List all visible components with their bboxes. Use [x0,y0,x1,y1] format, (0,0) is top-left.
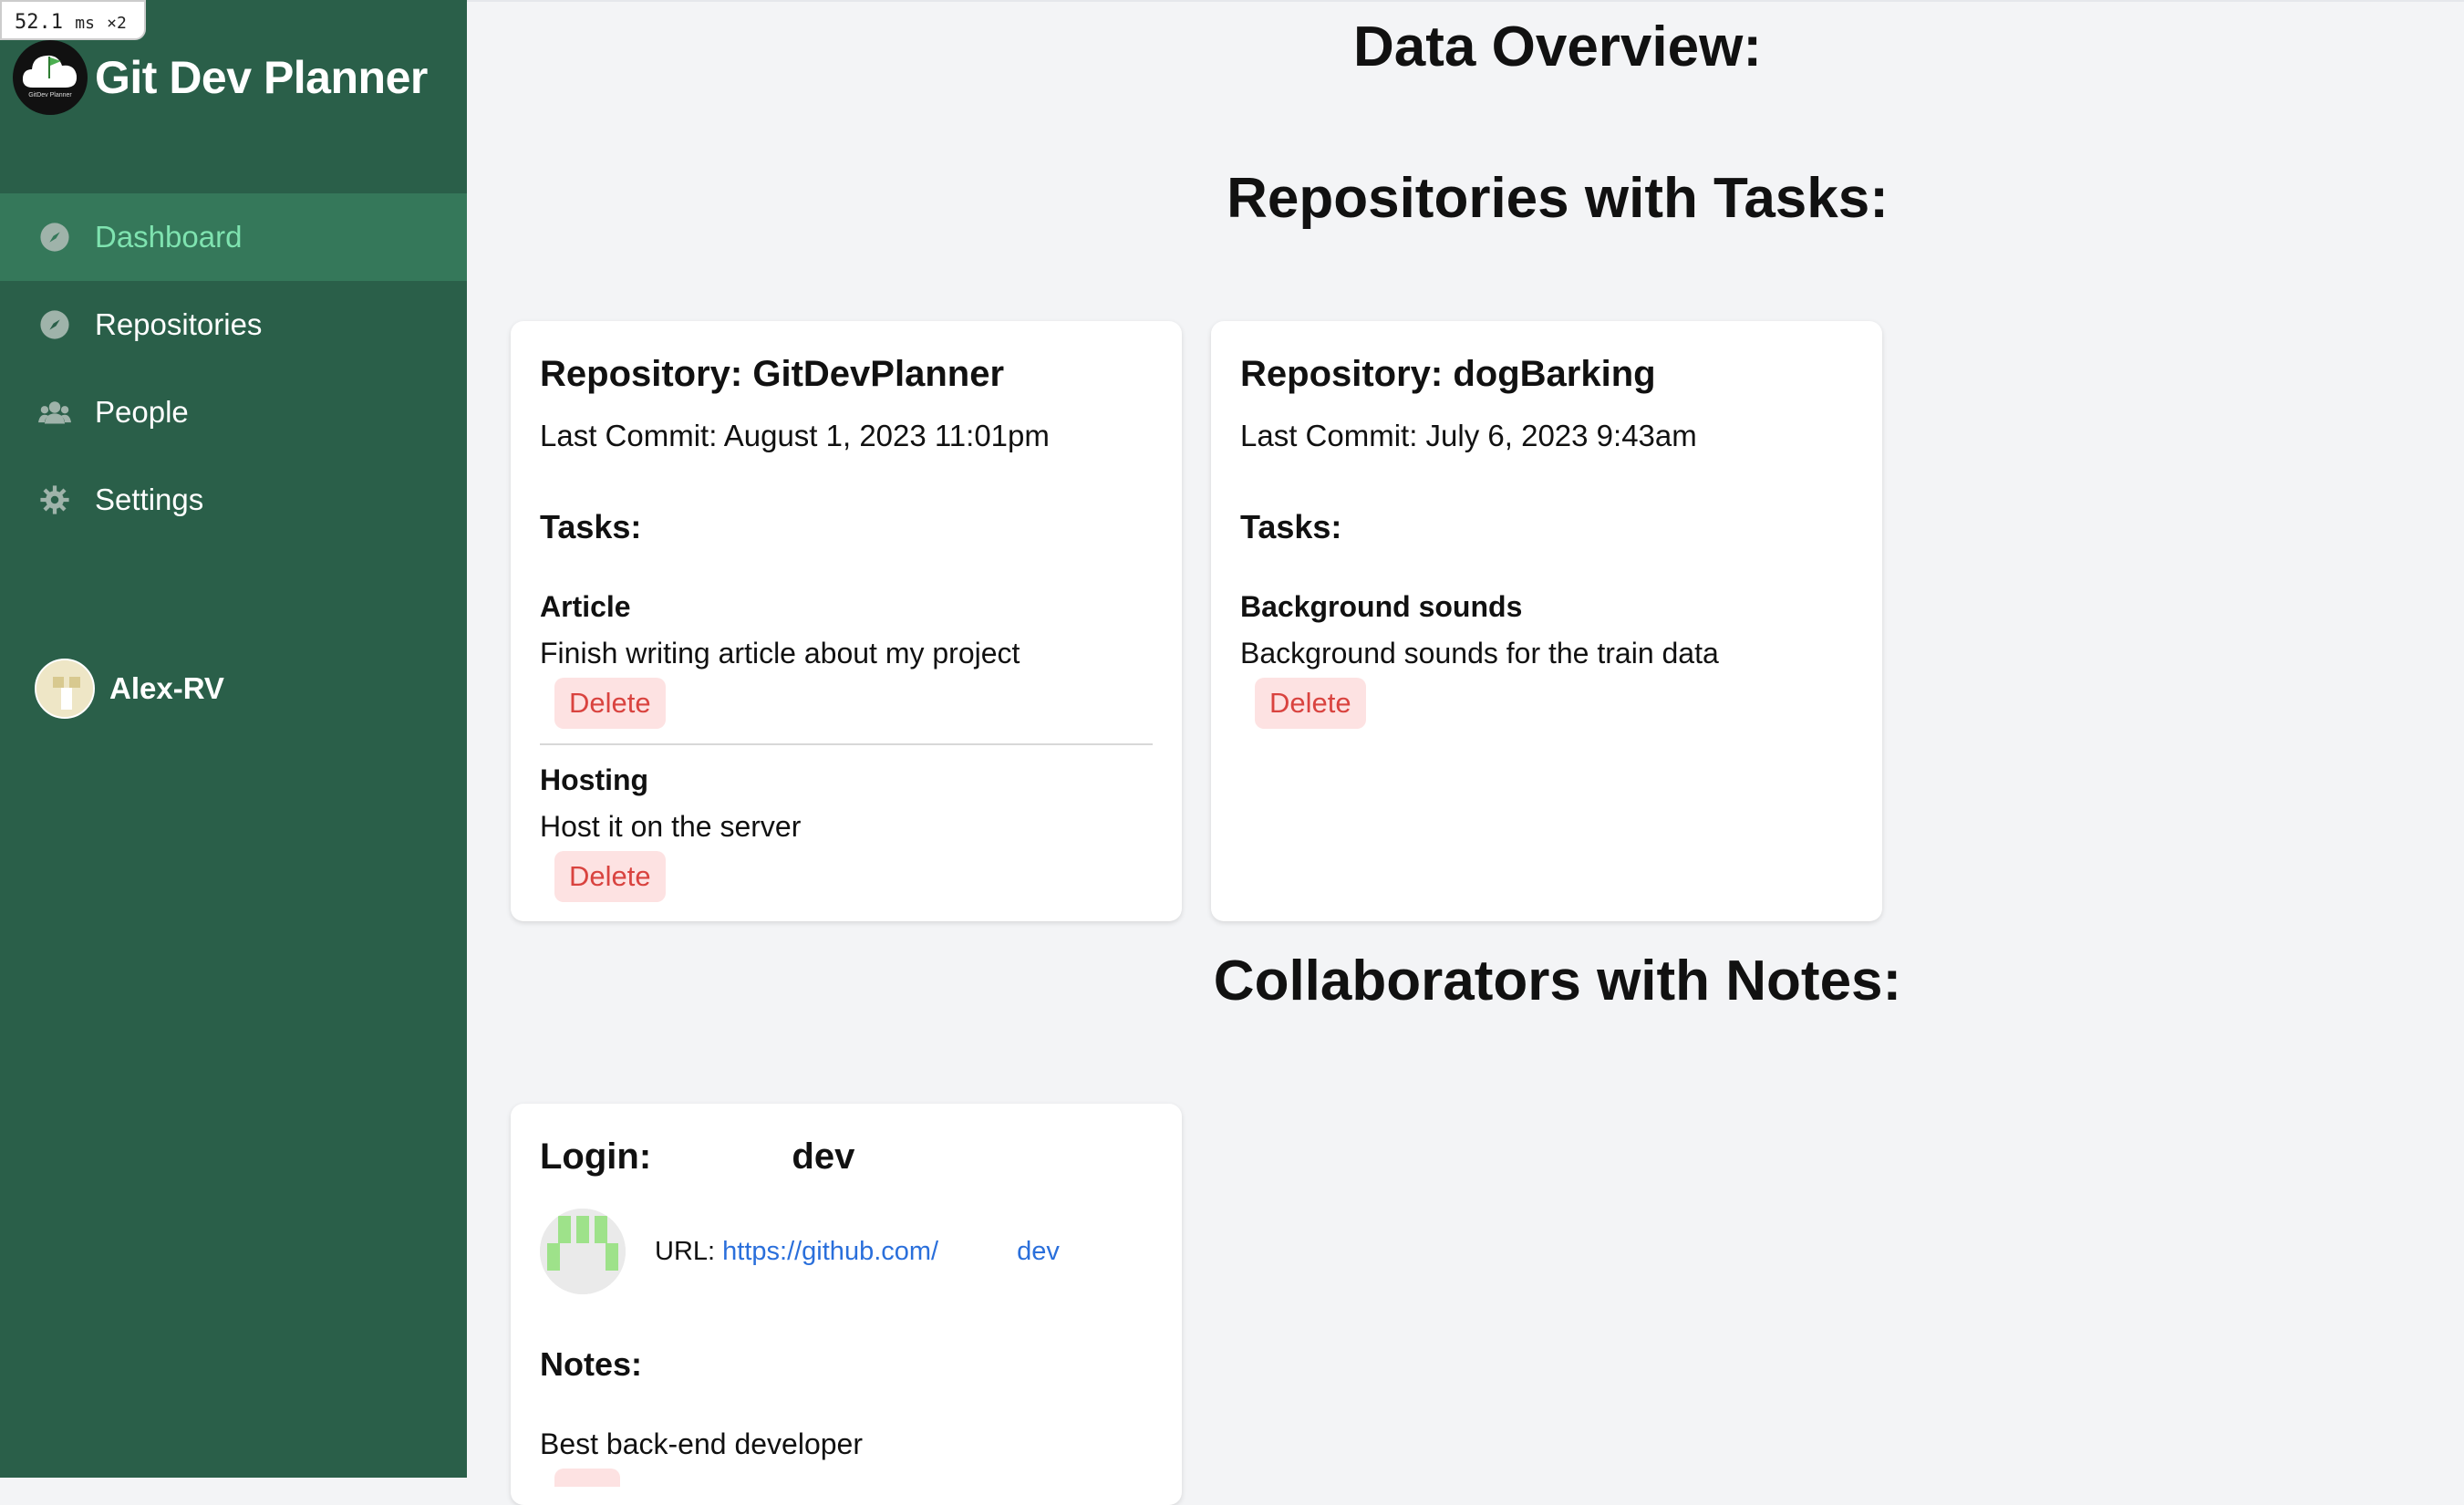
delete-task-button[interactable]: Delete [1255,678,1366,729]
note-text: Best back-end developer [540,1427,863,1460]
task-description: Host it on the server [540,810,802,843]
task-description: Background sounds for the train data [1240,637,1719,669]
delete-note-button[interactable] [554,1469,620,1487]
profile-url: URL: https://github.com/dev [655,1237,1060,1267]
github-profile-link[interactable]: https://github.com/dev [722,1237,1060,1266]
repository-card: Repository: dogBarking Last Commit: July… [1211,321,1882,921]
tasks-label: Tasks: [540,508,642,545]
nav-item-people[interactable]: People [0,368,467,456]
compass-icon [36,306,73,343]
task-divider [540,743,1153,745]
perf-badge: 52.1 ms ×2 [0,0,146,40]
task-title: Article [540,590,631,623]
nav-label-settings: Settings [95,483,204,516]
avatar [540,1209,626,1294]
task-item: Article Finish writing article about my … [540,590,1153,745]
delete-task-button[interactable]: Delete [554,851,666,902]
login-row: Login: dev [540,1137,1153,1178]
perf-unit: ms [75,14,95,33]
main-content: Data Overview: Repositories with Tasks: … [467,0,2464,1505]
sidebar-nav: Dashboard Repositories People Settings [0,193,467,544]
task-item: Hosting Host it on the server Delete [540,763,1153,902]
nav-label-repositories: Repositories [95,307,263,341]
task-item: Background sounds Background sounds for … [1240,590,1853,729]
profile-row: URL: https://github.com/dev [540,1209,1153,1294]
user-profile[interactable]: Alex-RV [35,659,224,719]
logo-caption: GitDev Planner [28,92,72,99]
section-title-repositories: Repositories with Tasks: [1227,167,1889,230]
collaborator-card: Login: dev URL: https://github.com/dev N… [511,1104,1182,1505]
section-title-collaborators: Collaborators with Notes: [1213,950,1902,1012]
nav-item-settings[interactable]: Settings [0,456,467,544]
task-title: Hosting [540,763,649,796]
url-prefix: https://github.com/ [722,1236,939,1266]
last-commit: Last Commit: August 1, 2023 11:01pm [540,419,1050,452]
perf-multiplier: ×2 [107,14,127,33]
repository-title: Repository: dogBarking [1240,354,1656,394]
last-commit: Last Commit: July 6, 2023 9:43am [1240,419,1697,452]
page-title: Data Overview: [1353,16,1762,78]
nav-label-people: People [95,395,189,429]
nav-item-repositories[interactable]: Repositories [0,281,467,368]
task-title: Background sounds [1240,590,1523,623]
url-label: URL: [655,1236,716,1266]
login-label: Login: [540,1137,652,1177]
user-name: Alex-RV [109,671,224,705]
perf-time: 52.1 [15,11,63,34]
repository-card: Repository: GitDevPlanner Last Commit: A… [511,321,1182,921]
notes-label: Notes: [540,1345,643,1383]
tasks-label: Tasks: [1240,508,1342,545]
url-suffix: dev [1017,1236,1060,1266]
gear-icon [36,482,73,518]
task-description: Finish writing article about my project [540,637,1020,669]
login-suffix: dev [792,1137,855,1177]
repository-title: Repository: GitDevPlanner [540,354,1005,394]
delete-task-button[interactable]: Delete [554,678,666,729]
avatar [35,659,95,719]
people-icon [36,394,73,431]
